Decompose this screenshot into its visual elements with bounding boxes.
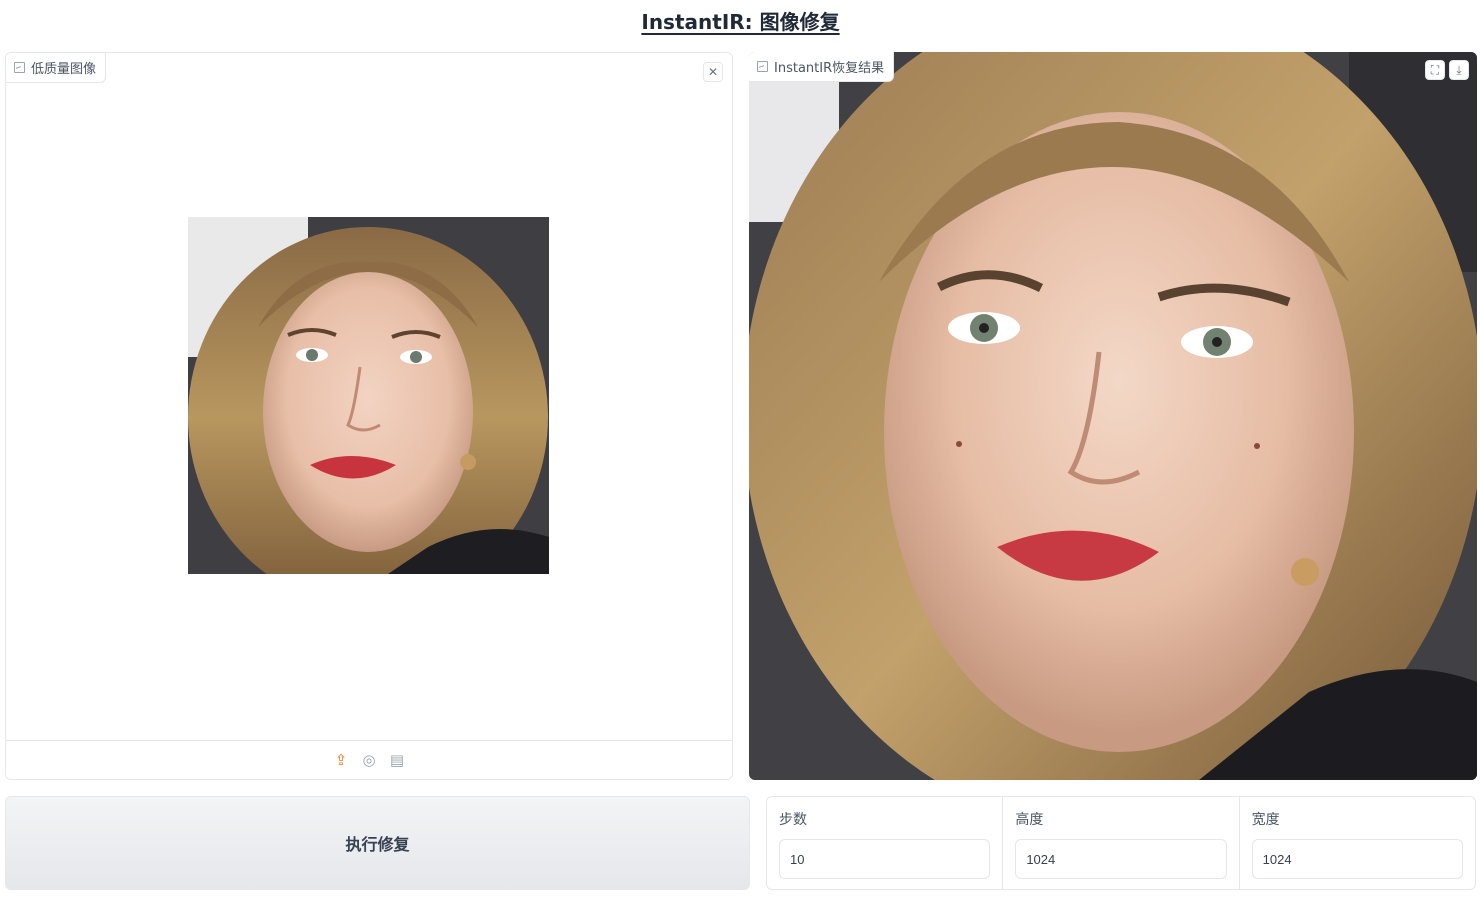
input-source-toolbar: ⇪ ◎ ▤ bbox=[6, 740, 732, 779]
download-icon[interactable]: ⤓ bbox=[1449, 60, 1469, 80]
width-label: 宽度 bbox=[1251, 812, 1280, 828]
run-restore-button[interactable]: 执行修复 bbox=[5, 796, 750, 890]
input-image-panel[interactable]: 低质量图像 ✕ ⇪ ◎ ▤ bbox=[5, 52, 733, 780]
parameter-panel: 步数 高度 宽度 bbox=[766, 796, 1476, 890]
output-image-label: InstantIR恢复结果 bbox=[749, 52, 895, 82]
output-portrait-image bbox=[749, 52, 1477, 780]
steps-param: 步数 bbox=[767, 797, 1004, 889]
input-portrait-image bbox=[188, 217, 549, 574]
close-icon[interactable]: ✕ bbox=[703, 62, 723, 82]
image-icon bbox=[14, 62, 25, 73]
width-param: 宽度 bbox=[1240, 797, 1475, 889]
height-label: 高度 bbox=[1015, 812, 1044, 828]
fullscreen-icon[interactable]: ⛶ bbox=[1425, 60, 1445, 80]
clipboard-icon[interactable]: ▤ bbox=[389, 751, 405, 769]
output-image-panel: InstantIR恢复结果 ⛶ ⤓ bbox=[749, 52, 1477, 780]
height-param: 高度 bbox=[1003, 797, 1240, 889]
steps-label: 步数 bbox=[779, 812, 807, 828]
webcam-icon[interactable]: ◎ bbox=[361, 751, 377, 769]
width-input[interactable] bbox=[1251, 839, 1463, 879]
output-image bbox=[749, 52, 1477, 780]
upload-icon[interactable]: ⇪ bbox=[333, 751, 349, 769]
height-input[interactable] bbox=[1015, 839, 1227, 879]
input-image-label: 低质量图像 bbox=[6, 53, 107, 83]
page-title: InstantIR: 图像修复 bbox=[641, 10, 840, 34]
steps-input[interactable] bbox=[779, 839, 991, 879]
input-image bbox=[188, 217, 549, 574]
image-icon bbox=[757, 61, 768, 72]
